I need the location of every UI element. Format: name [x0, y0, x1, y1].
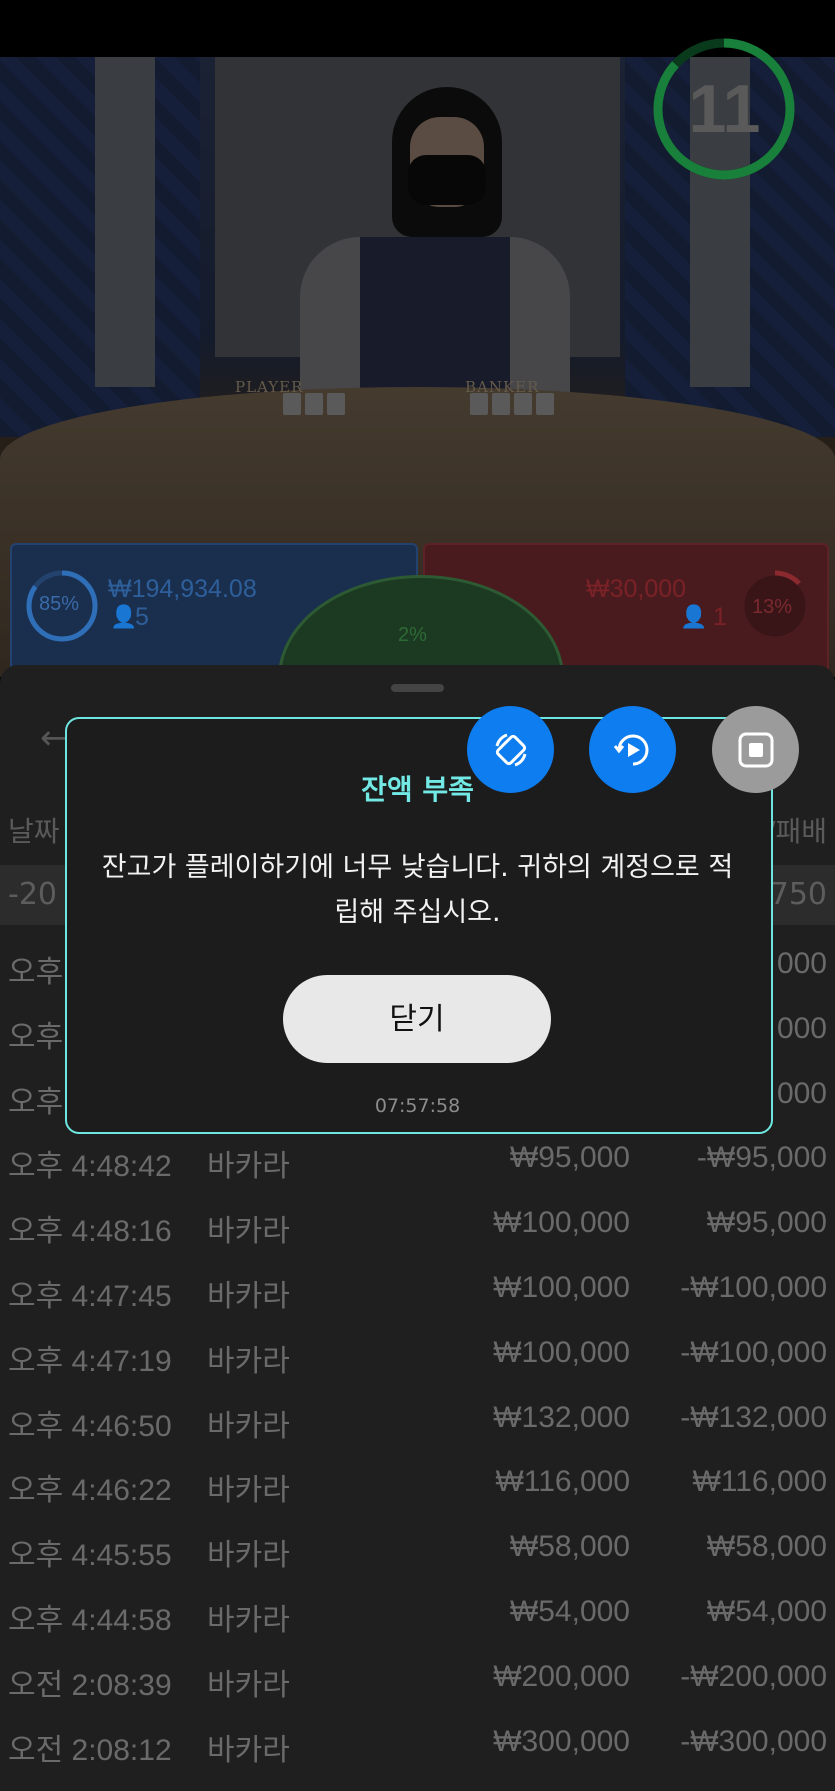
- close-button[interactable]: 닫기: [283, 975, 551, 1063]
- dialog-message: 잔고가 플레이하기에 너무 낮습니다. 귀하의 계정으로 적립해 주십시오.: [101, 852, 734, 928]
- row-result: ₩54,000: [706, 1595, 827, 1628]
- stop-button[interactable]: [712, 706, 799, 793]
- row-bet: ₩58,000: [509, 1530, 630, 1564]
- row-bet: ₩100,000: [493, 1271, 630, 1304]
- row-bet: ₩54,000: [509, 1595, 630, 1628]
- row-time: 오후 4:47:45: [8, 1280, 172, 1313]
- history-row: 오후 4:47:45 바카라 ₩100,000 -₩100,000: [0, 1259, 835, 1323]
- sheet-grab-handle[interactable]: [391, 684, 444, 692]
- row-time: 오후 4:48:42: [8, 1150, 172, 1184]
- row-result: -₩100,000: [680, 1271, 827, 1304]
- row-bet: ₩200,000: [493, 1659, 630, 1693]
- column-date: 날짜: [8, 815, 60, 848]
- tie-percent: 2%: [398, 624, 427, 646]
- banker-count-icon: 👤: [680, 604, 708, 629]
- row-game: 바카라: [207, 1344, 290, 1378]
- row-result: ₩58,000: [706, 1530, 827, 1564]
- summary-left: -20: [8, 877, 57, 912]
- row-time: 오후: [8, 1020, 64, 1054]
- dialog-timestamp: 07:57:58: [374, 1095, 461, 1117]
- row-game: 바카라: [207, 1215, 290, 1249]
- row-result: -₩132,000: [680, 1400, 827, 1434]
- history-row: 오후 4:44:58 바카라 ₩54,000 ₩54,000: [0, 1583, 835, 1647]
- summary-right: 750: [769, 877, 827, 912]
- player-count: 5: [135, 603, 149, 631]
- row-time: 오후 4:45:55: [8, 1539, 172, 1573]
- row-result: -₩100,000: [680, 1335, 827, 1369]
- row-result: ₩116,000: [692, 1465, 827, 1499]
- row-result: 000: [776, 1011, 827, 1045]
- history-row: 오후 4:47:19 바카라 ₩100,000 -₩100,000: [0, 1324, 835, 1388]
- rotate-button[interactable]: [467, 706, 554, 793]
- row-game: 바카라: [207, 1668, 290, 1702]
- row-time: 오후 4:47:19: [8, 1344, 172, 1378]
- row-bet: ₩95,000: [509, 1141, 630, 1175]
- banker-bet-amount: ₩30,000: [586, 575, 687, 603]
- row-time: 오후 4:48:16: [8, 1215, 172, 1249]
- history-row: 오전 2:08:12 바카라 ₩300,000 -₩300,000: [0, 1713, 835, 1777]
- history-row: 오전 2:08:39 바카라 ₩200,000 -₩200,000: [0, 1648, 835, 1712]
- row-time: 오후 4:46:22: [8, 1474, 172, 1508]
- row-game: 바카라: [207, 1280, 290, 1313]
- row-game: 바카라: [207, 1539, 290, 1573]
- row-time: 오후 4:46:50: [8, 1409, 172, 1443]
- row-game: 바카라: [207, 1150, 290, 1184]
- row-bet: ₩116,000: [495, 1465, 630, 1499]
- countdown-timer: 11: [688, 71, 761, 147]
- dialog-title: 잔액 부족: [361, 773, 474, 806]
- player-count-icon: 👤: [110, 604, 138, 629]
- row-time: 오후 4:44:58: [8, 1604, 172, 1637]
- row-result: ₩95,000: [706, 1206, 827, 1240]
- row-game: 바카라: [207, 1604, 290, 1637]
- row-bet: ₩100,000: [493, 1206, 630, 1240]
- row-time: 오전 2:08:39: [8, 1668, 172, 1702]
- row-bet: ₩300,000: [493, 1724, 630, 1758]
- row-bet: ₩132,000: [493, 1400, 630, 1434]
- row-bet: ₩100,000: [493, 1335, 630, 1369]
- banker-count: 1: [713, 603, 727, 631]
- row-time: 오후: [8, 956, 64, 989]
- history-row: 오후 4:45:55 바카라 ₩58,000 ₩58,000: [0, 1518, 835, 1582]
- replay-button[interactable]: [589, 706, 676, 793]
- row-game: 바카라: [207, 1409, 290, 1443]
- history-row: 오후 4:46:22 바카라 ₩116,000 ₩116,000: [0, 1453, 835, 1517]
- row-result: -₩95,000: [696, 1141, 827, 1175]
- history-row: 오후 4:48:16 바카라 ₩100,000 ₩95,000: [0, 1194, 835, 1258]
- history-row: 오후 4:48:42 바카라 ₩95,000 -₩95,000: [0, 1129, 835, 1193]
- replay-icon: [613, 734, 648, 765]
- player-percent: 85%: [39, 593, 80, 615]
- player-bet-amount: ₩194,934.08: [108, 575, 257, 603]
- row-result: 000: [776, 947, 827, 980]
- row-game: 바카라: [207, 1733, 290, 1767]
- rotate-icon: [495, 733, 526, 766]
- stop-icon: [738, 732, 773, 767]
- row-game: 바카라: [207, 1474, 290, 1508]
- row-result: -₩200,000: [680, 1659, 827, 1693]
- history-row: 오후 4:46:50 바카라 ₩132,000 -₩132,000: [0, 1389, 835, 1453]
- row-time: 오전 2:08:12: [8, 1733, 172, 1767]
- row-result: -₩300,000: [680, 1724, 827, 1758]
- banker-percent: 13%: [752, 596, 793, 618]
